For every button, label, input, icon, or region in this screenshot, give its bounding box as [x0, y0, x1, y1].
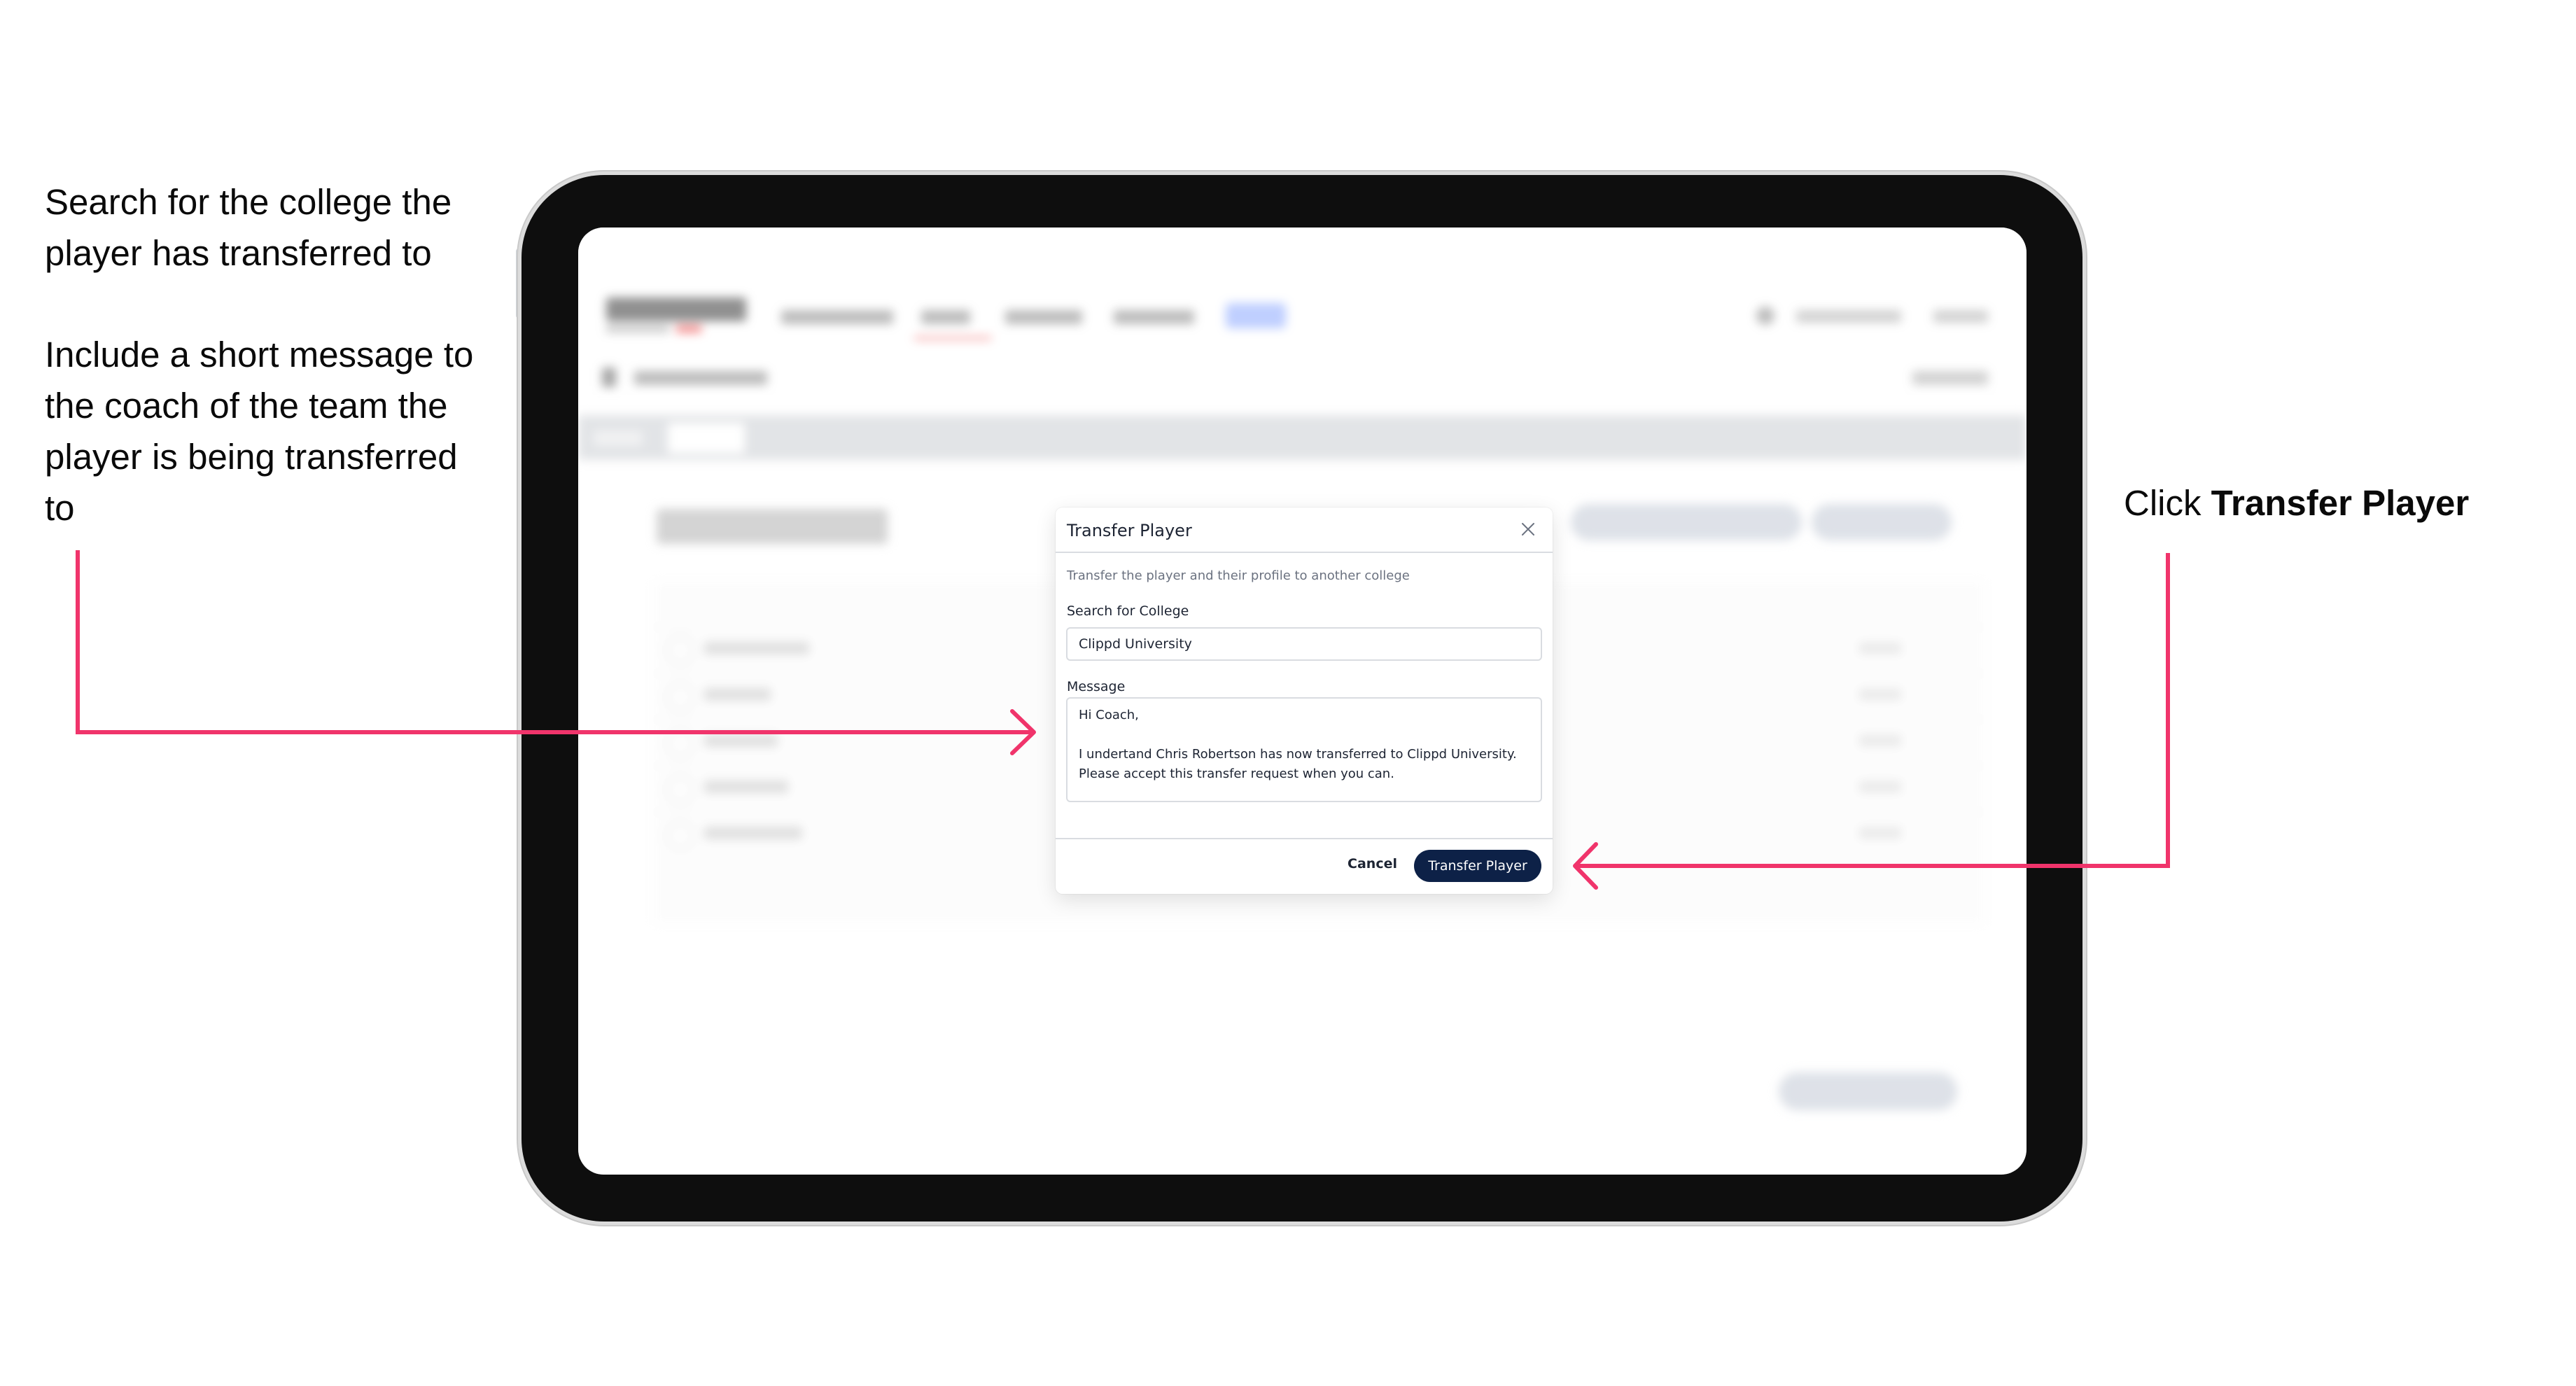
message-textarea[interactable]: Hi Coach, I undertand Chris Robertson ha… [1066, 697, 1542, 802]
cancel-button[interactable]: Cancel [1348, 856, 1397, 872]
modal-footer: Cancel Transfer Player [1056, 838, 1553, 894]
annotation-click-transfer: Click Transfer Player [2124, 477, 2469, 528]
college-search-label: Search for College [1067, 603, 1189, 619]
annotation-click-prefix: Click [2124, 483, 2211, 523]
modal-title: Transfer Player [1067, 521, 1192, 540]
college-search-input[interactable] [1066, 627, 1542, 661]
message-label: Message [1067, 679, 1126, 694]
annotation-include-message: Include a short message to the coach of … [45, 335, 474, 528]
close-icon[interactable] [1519, 520, 1537, 538]
tablet-screen: Transfer Player Transfer the player and … [578, 227, 2026, 1175]
annotation-search-college: Search for the college the player has tr… [45, 182, 452, 273]
transfer-player-modal: Transfer Player Transfer the player and … [1056, 507, 1553, 894]
tablet-power-button [516, 248, 522, 318]
modal-description: Transfer the player and their profile to… [1067, 568, 1410, 583]
transfer-player-button[interactable]: Transfer Player [1414, 850, 1541, 882]
modal-header: Transfer Player [1056, 507, 1553, 553]
annotation-click-target: Transfer Player [2211, 483, 2470, 523]
